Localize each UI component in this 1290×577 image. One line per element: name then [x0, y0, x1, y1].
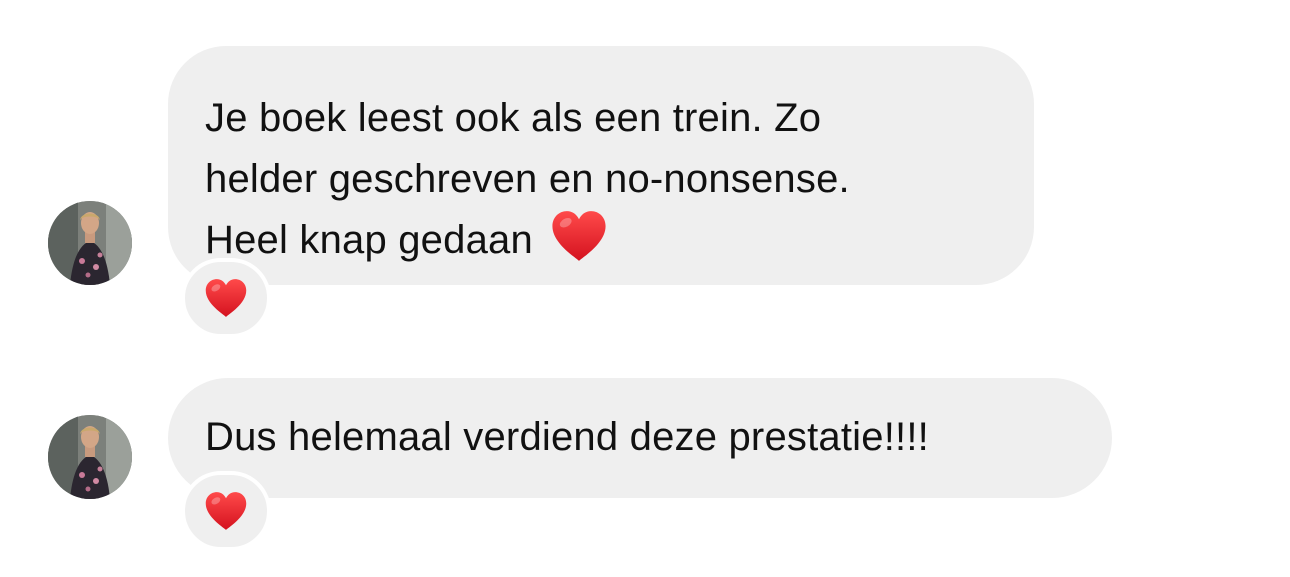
red-heart-emoji [550, 210, 608, 280]
message-line: helder geschreven en no-nonsense. [205, 157, 850, 201]
heart-reaction-badge[interactable] [181, 258, 271, 338]
message-bubble[interactable]: Je boek leest ook als een trein. Zo held… [168, 46, 1034, 285]
red-heart-icon [204, 278, 248, 318]
message-line: Je boek leest ook als een trein. Zo [205, 96, 822, 140]
sender-avatar[interactable] [48, 201, 132, 285]
message-line: Heel knap gedaan [205, 218, 533, 262]
red-heart-icon [204, 491, 248, 531]
message-line-row: Heel knap gedaan [205, 210, 1034, 280]
sender-avatar[interactable] [48, 415, 132, 499]
message-bubble[interactable]: Dus helemaal verdiend deze prestatie!!!! [168, 378, 1112, 498]
heart-reaction-badge[interactable] [181, 471, 271, 551]
message-line: Dus helemaal verdiend deze prestatie!!!! [205, 415, 929, 459]
